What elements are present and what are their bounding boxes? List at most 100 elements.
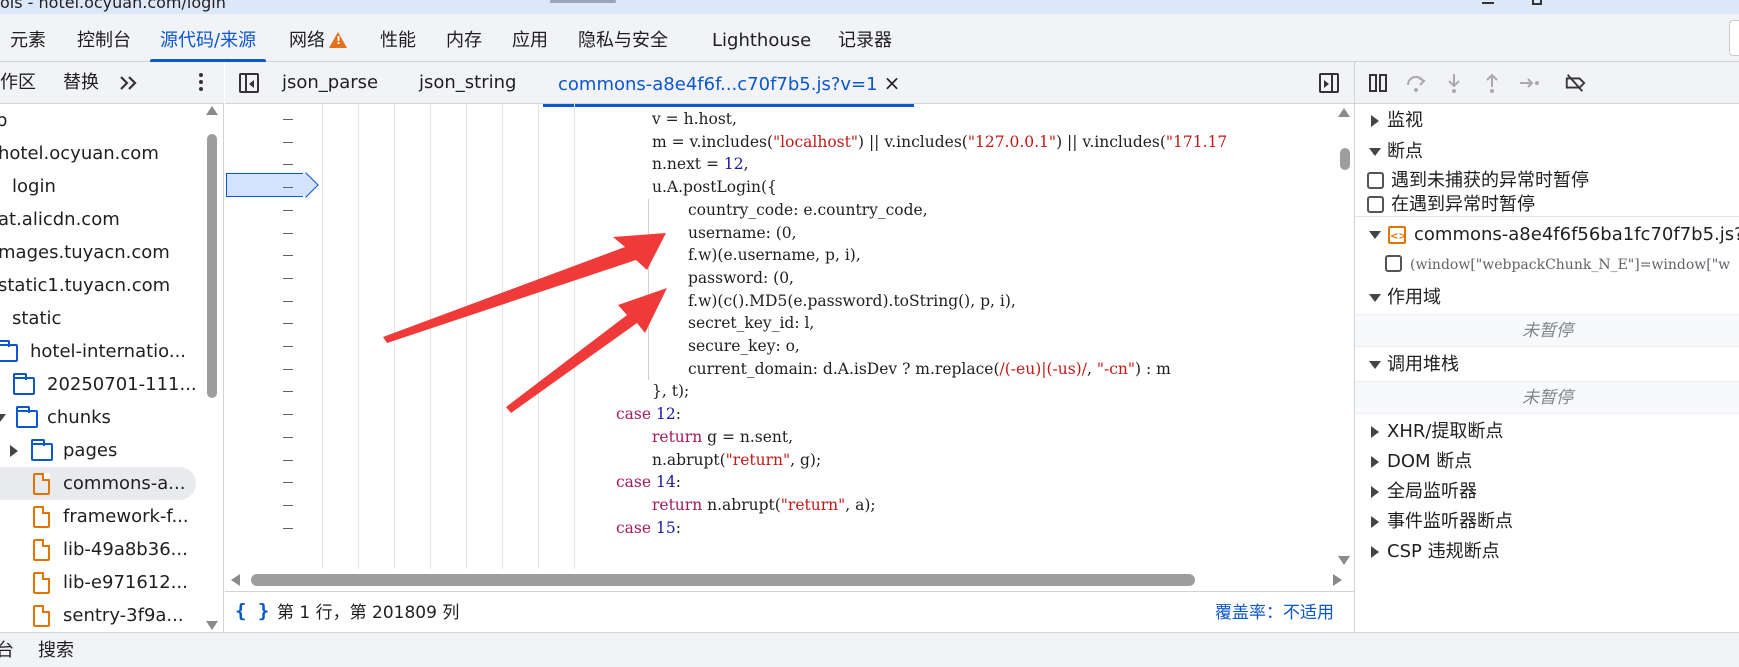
code-line[interactable]: return g = n.sent, [652, 426, 793, 449]
drawer-tab-console[interactable]: 台 [0, 633, 14, 667]
tree-item-folder[interactable]: 20250701-111... [0, 368, 208, 401]
more-tabs-chevron-icon[interactable] [118, 75, 138, 91]
step-over-icon[interactable] [1405, 72, 1427, 94]
gutter-line-marker[interactable] [283, 323, 293, 325]
code-line[interactable]: u.A.postLogin({ [652, 176, 777, 199]
code-line[interactable]: password: (0, [688, 267, 794, 290]
tab-performance[interactable]: 性能 [380, 14, 416, 62]
gutter-line-marker[interactable] [283, 300, 293, 302]
gutter-line-marker[interactable] [283, 414, 293, 416]
editor-tab-commons[interactable]: commons-a8e4f6f...c70f7b5.js?v=1 × [542, 62, 915, 107]
expand-arrow-icon[interactable] [0, 414, 6, 422]
pause-icon[interactable] [1367, 72, 1389, 94]
code-line[interactable]: n.abrupt("return", g); [652, 449, 821, 472]
gutter-line-marker[interactable] [283, 504, 293, 506]
gutter-line-marker[interactable] [283, 164, 293, 166]
code-line[interactable]: }, t); [652, 380, 689, 403]
gutter-line-marker[interactable] [283, 527, 293, 529]
code-line[interactable]: username: (0, [688, 222, 797, 245]
tree-item[interactable]: p [0, 104, 208, 137]
section-callstack[interactable]: 调用堆栈 [1355, 348, 1739, 381]
gutter-line-marker[interactable] [283, 277, 293, 279]
code-line[interactable]: v = h.host, [652, 108, 737, 131]
gutter-line-marker[interactable] [283, 436, 293, 438]
editor-tab-json-string[interactable]: json_string [419, 62, 516, 104]
collapse-arrow-icon[interactable] [10, 445, 18, 457]
tree-item[interactable]: mages.tuyacn.com [0, 236, 208, 269]
gutter-line-marker[interactable] [283, 391, 293, 393]
scroll-up-icon[interactable] [206, 106, 218, 115]
pretty-print-icon[interactable]: { } [235, 600, 269, 622]
section-watch[interactable]: 监视 [1355, 104, 1739, 137]
code-vertical-scrollbar[interactable] [1334, 104, 1354, 569]
line-gutter[interactable] [225, 104, 307, 569]
gutter-line-marker[interactable] [283, 482, 293, 484]
tree-item-file[interactable]: lib-49a8b36... [0, 533, 208, 566]
section-global-listeners[interactable]: 全局监听器 [1355, 475, 1739, 508]
tab-workspace[interactable]: 作区 [0, 62, 36, 104]
tab-overrides[interactable]: 替换 [63, 62, 99, 104]
tree-item-folder[interactable]: chunks [0, 401, 208, 434]
step-into-icon[interactable] [1443, 72, 1465, 94]
gutter-line-marker[interactable] [283, 119, 293, 120]
titlebar-handle[interactable] [550, 0, 616, 3]
minimize-icon[interactable] [1482, 2, 1494, 4]
code-line[interactable]: secret_key_id: l, [688, 312, 814, 335]
tab-sources[interactable]: 源代码/来源 [149, 14, 267, 62]
code-line[interactable]: f.w)(c().MD5(e.password).toString(), p, … [688, 290, 1016, 313]
code-line[interactable]: f.w)(e.username, p, i), [688, 244, 861, 267]
coverage-link[interactable]: 覆盖率：不适用 [1215, 592, 1334, 634]
tab-console[interactable]: 控制台 [77, 14, 131, 62]
more-options-icon[interactable] [199, 73, 203, 91]
tree-item-folder[interactable]: hotel-internatio... [0, 335, 208, 368]
gutter-line-marker[interactable] [283, 232, 293, 234]
section-scope[interactable]: 作用域 [1355, 281, 1739, 314]
scroll-down-icon[interactable] [206, 621, 218, 630]
tree-item-file[interactable]: lib-e971612... [0, 566, 208, 599]
section-xhr-breakpoints[interactable]: XHR/提取断点 [1355, 415, 1739, 448]
drawer-tab-search[interactable]: 搜索 [38, 633, 74, 667]
checkbox[interactable] [1367, 172, 1384, 189]
code-line[interactable]: case 14: [616, 471, 681, 494]
section-csp-breakpoints[interactable]: CSP 违规断点 [1355, 535, 1739, 568]
gutter-line-marker[interactable] [283, 346, 293, 347]
tab-recorder[interactable]: 记录器 [838, 14, 892, 62]
close-tab-icon[interactable]: × [884, 71, 901, 95]
toggle-debugger-icon[interactable] [1319, 73, 1339, 93]
code-horizontal-scrollbar[interactable] [225, 569, 1354, 591]
gutter-line-marker[interactable] [283, 459, 293, 461]
tab-network[interactable]: 网络 [289, 14, 347, 62]
pause-caught-checkbox[interactable]: 在遇到异常时暂停 [1355, 191, 1739, 219]
step-icon[interactable] [1519, 72, 1541, 94]
checkbox[interactable] [1385, 255, 1402, 272]
scrollbar-thumb[interactable] [207, 134, 217, 398]
scroll-left-icon[interactable] [231, 574, 240, 586]
code-line[interactable]: current_domain: d.A.isDev ? m.replace(/(… [688, 358, 1171, 381]
tab-memory[interactable]: 内存 [446, 14, 482, 62]
tree-item-file[interactable]: framework-f... [0, 500, 208, 533]
breakpoint-file[interactable]: commons-a8e4f6f56ba1fc70f7b5.js?v= [1355, 220, 1739, 250]
code-line[interactable]: secure_key: o, [688, 335, 800, 358]
panel-edge-handle[interactable] [1729, 20, 1739, 56]
code-line[interactable]: case 12: [616, 403, 681, 426]
gutter-line-marker[interactable] [283, 141, 293, 143]
tree-item[interactable]: static1.tuyacn.com [0, 269, 208, 302]
code-line[interactable]: n.next = 12, [652, 153, 749, 176]
code-line[interactable]: return n.abrupt("return", a); [652, 494, 876, 517]
scroll-down-icon[interactable] [1338, 556, 1350, 565]
code-line[interactable]: country_code: e.country_code, [688, 199, 928, 222]
tree-item-file[interactable]: sentry-3f9a... [0, 599, 208, 632]
section-event-listener-breakpoints[interactable]: 事件监听器断点 [1355, 505, 1739, 538]
scroll-right-icon[interactable] [1333, 574, 1342, 586]
tree-item-folder[interactable]: pages [0, 434, 208, 467]
tab-lighthouse[interactable]: Lighthouse [712, 14, 811, 62]
section-dom-breakpoints[interactable]: DOM 断点 [1355, 445, 1739, 478]
tab-elements[interactable]: 元素 [10, 14, 46, 62]
scroll-up-icon[interactable] [1338, 108, 1350, 117]
navigator-scrollbar[interactable] [205, 104, 218, 632]
step-out-icon[interactable] [1481, 72, 1503, 94]
tree-item-file-selected[interactable]: commons-a... [0, 467, 196, 500]
checkbox[interactable] [1367, 196, 1384, 213]
breakpoint-entry[interactable]: (window["webpackChunk_N_E"]=window["w [1355, 250, 1739, 280]
scrollbar-thumb[interactable] [1340, 148, 1350, 170]
